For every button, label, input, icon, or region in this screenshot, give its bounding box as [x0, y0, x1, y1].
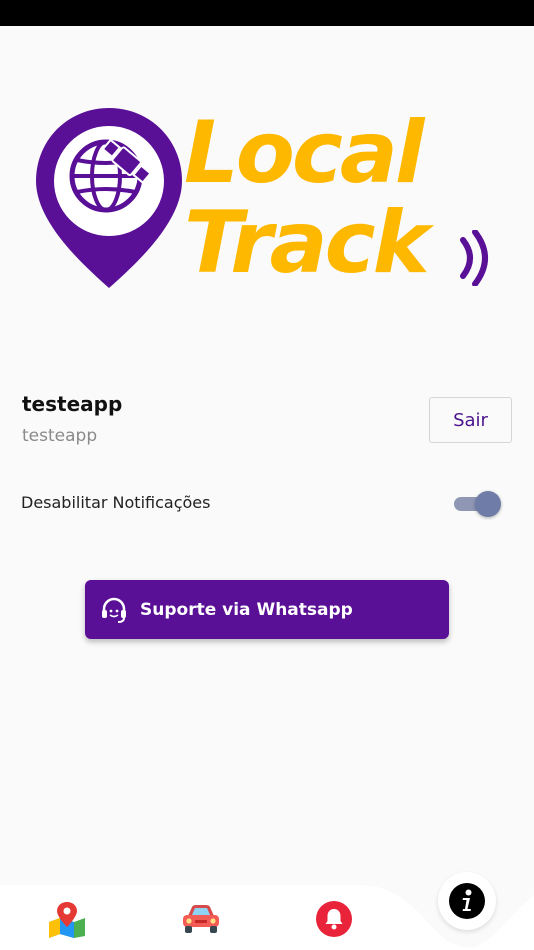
status-bar — [0, 0, 534, 26]
bottom-navigation — [0, 872, 534, 950]
nav-vehicles-button[interactable] — [178, 899, 224, 939]
headset-icon — [100, 596, 128, 624]
brand-logo: Local Track — [34, 104, 504, 294]
toggle-knob — [475, 491, 501, 517]
disable-notifications-toggle[interactable] — [454, 491, 502, 517]
logout-button[interactable]: Sair — [429, 397, 512, 443]
whatsapp-support-button[interactable]: Suporte via Whatsapp — [85, 580, 449, 639]
user-username: testeapp — [22, 426, 98, 446]
location-pin-globe-icon — [36, 108, 182, 288]
nav-alerts-button[interactable] — [313, 898, 355, 940]
nav-map-button[interactable] — [44, 899, 90, 939]
bell-icon — [316, 901, 352, 937]
nav-info-button[interactable] — [438, 872, 496, 930]
user-name: testeapp — [22, 392, 123, 416]
signal-waves-icon — [460, 230, 488, 286]
car-icon — [183, 905, 219, 933]
info-icon — [449, 883, 485, 919]
map-pin-icon — [49, 902, 85, 938]
logo-word-local: Local — [184, 103, 424, 203]
disable-notifications-label: Desabilitar Notificações — [21, 493, 211, 512]
logo-word-track: Track — [184, 193, 430, 293]
whatsapp-support-label: Suporte via Whatsapp — [140, 599, 353, 620]
